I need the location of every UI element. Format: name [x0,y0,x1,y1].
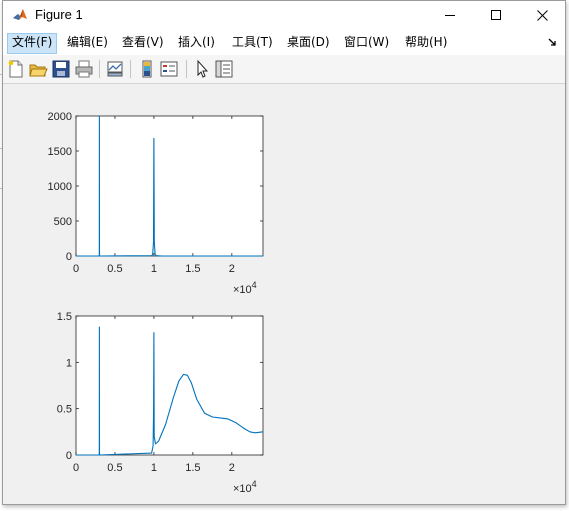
dock-arrow-icon[interactable] [547,37,557,47]
link-plot-icon[interactable] [105,59,125,79]
toolbar [3,55,565,84]
x-exponent-power: 4 [252,280,257,290]
plots-svg: 0 0.5 1 1.5 20500100015002000×1040 0.5 1 1.5 200… [48,111,264,495]
x-exponent-base: ×10 [233,284,252,296]
x-tick-label: 2 [229,462,235,474]
y-tick-label: 1 [66,357,72,369]
minimize-button[interactable] [427,1,473,30]
open-file-icon[interactable] [28,59,48,79]
x-tick-label: 1 [151,462,157,474]
maximize-icon [490,10,501,20]
x-tick-label: 1 [151,263,157,275]
insert-legend-icon[interactable] [159,59,179,79]
maximize-button[interactable] [473,1,519,30]
menu-bar: 文件(F) 编辑(E) 查看(V) 插入(I) 工具(T) 桌面(D) 窗口(W… [3,30,565,55]
menu-file[interactable]: 文件(F) [7,33,58,54]
close-button[interactable] [519,1,565,30]
x-tick-label: 1.5 [185,263,200,275]
x-exponent-label: ×104 [233,280,257,296]
menu-insert[interactable]: 插入(I) [174,33,219,52]
menu-view[interactable]: 查看(V) [118,33,168,52]
y-tick-label: 1500 [48,146,72,158]
y-tick-label: 500 [54,216,72,228]
menu-window[interactable]: 窗口(W) [340,33,393,52]
menu-desktop[interactable]: 桌面(D) [283,33,334,52]
menu-edit[interactable]: 编辑(E) [63,33,112,52]
matlab-logo-icon [12,7,28,23]
edit-plot-icon[interactable] [192,59,212,79]
figure-window: Figure 1 文件(F) 编辑(E) 查看(V) 插入(I) 工具(T) 桌… [2,0,566,505]
menu-help[interactable]: 帮助(H) [401,33,451,52]
toolbar-separator [130,60,131,78]
y-tick-label: 0 [66,450,72,462]
x-tick-label: 0 [73,263,79,275]
x-exponent-base: ×10 [233,483,252,495]
x-exponent-label: ×104 [233,479,257,495]
save-icon[interactable] [51,59,71,79]
print-icon[interactable] [74,59,94,79]
y-tick-label: 0 [66,251,72,263]
property-inspector-icon[interactable] [214,59,234,79]
new-figure-icon[interactable] [6,59,26,79]
x-tick-label: 0.5 [107,263,122,275]
y-tick-label: 1000 [48,181,72,193]
window-title: Figure 1 [35,7,83,22]
title-bar[interactable]: Figure 1 [3,1,565,30]
y-tick-label: 1.5 [57,311,72,323]
y-tick-label: 0.5 [57,404,72,416]
toolbar-separator [186,60,187,78]
x-tick-label: 0 [73,462,79,474]
axes-box [75,315,264,456]
x-tick-label: 2 [229,263,235,275]
x-exponent-power: 4 [252,479,257,489]
toolbar-separator [99,60,100,78]
x-tick-label: 1.5 [185,462,200,474]
insert-colorbar-icon[interactable] [137,59,157,79]
y-tick-label: 2000 [48,111,72,123]
x-tick-label: 0.5 [107,462,122,474]
axes-box [75,115,264,257]
figure-canvas[interactable]: 0 0.5 1 1.5 2 0 500 1000 1500 2000 ×104 0 0.5 1 1.5 2 0 0… [3,84,565,504]
menu-tools[interactable]: 工具(T) [228,33,277,52]
minimize-icon [444,15,455,16]
close-icon [536,10,548,21]
